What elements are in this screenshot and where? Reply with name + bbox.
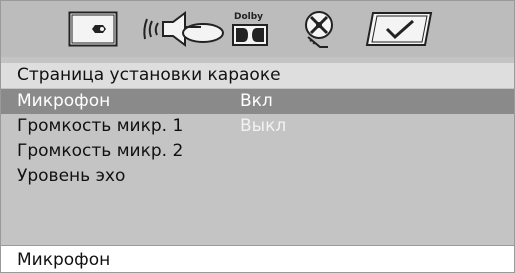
wrench-icon — [68, 11, 118, 47]
menu-item-echo-level[interactable]: Уровень эхо — [1, 164, 514, 189]
status-bar: Микрофон — [1, 245, 514, 272]
tab-video-setup[interactable] — [298, 9, 340, 49]
option-on[interactable]: Вкл — [240, 89, 273, 114]
option-off[interactable]: Выкл — [240, 114, 286, 139]
menu-item-mic-volume-1[interactable]: Громкость микр. 1 Выкл — [1, 114, 514, 139]
menu-item-label: Микрофон — [17, 91, 111, 111]
menu-item-label: Громкость микр. 2 — [17, 141, 184, 161]
tab-audio-setup[interactable] — [141, 9, 226, 49]
checkmark-icon — [365, 12, 433, 46]
tab-preference-setup[interactable] — [365, 9, 435, 49]
speaker-icon — [143, 11, 224, 47]
karaoke-setup-screen: Dolby Страница установки караоке Микрофо… — [0, 0, 515, 273]
menu-item-label: Уровень эхо — [17, 166, 126, 186]
video-reel-icon — [305, 11, 333, 48]
dolby-label: Dolby — [234, 12, 264, 22]
karaoke-menu: Страница установки караоке Микрофон Вкл … — [1, 57, 514, 245]
menu-item-label: Громкость микр. 1 — [17, 116, 184, 136]
tab-dolby-setup[interactable]: Dolby — [231, 9, 271, 49]
tab-general-setup[interactable] — [68, 9, 118, 49]
status-text: Микрофон — [17, 250, 111, 270]
setup-tab-bar: Dolby — [1, 1, 514, 57]
menu-item-mic-volume-2[interactable]: Громкость микр. 2 — [1, 139, 514, 164]
page-title: Страница установки караоке — [1, 63, 514, 88]
menu-item-microphone[interactable]: Микрофон Вкл — [1, 89, 514, 114]
